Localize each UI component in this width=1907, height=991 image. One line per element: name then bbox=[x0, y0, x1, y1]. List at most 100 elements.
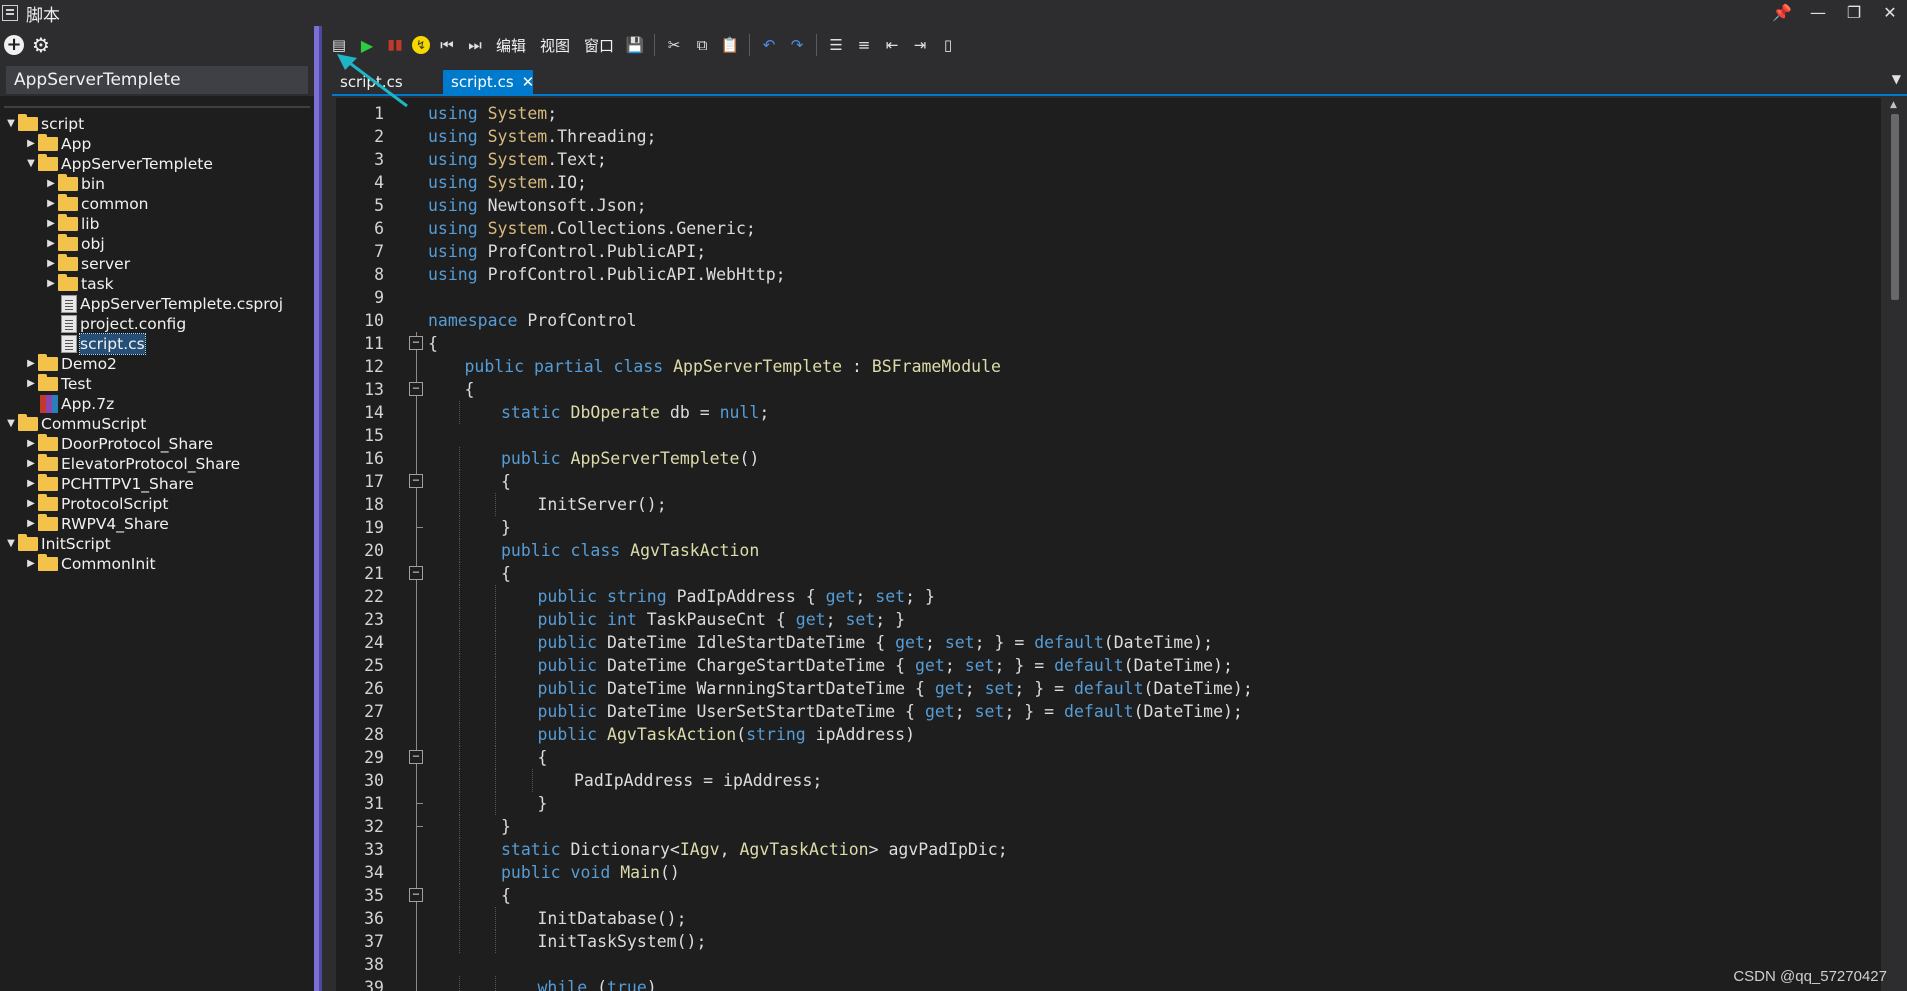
document-tabs: script.cs script.cs ✕ ▼ bbox=[332, 64, 1907, 96]
settings-icon[interactable]: ⚙ bbox=[30, 34, 52, 56]
project-name[interactable]: AppServerTemplete bbox=[6, 66, 308, 94]
tab-script-cs-active[interactable]: script.cs ✕ bbox=[443, 70, 535, 94]
redo-icon[interactable]: ↷ bbox=[786, 34, 808, 56]
keyword-token: using bbox=[428, 127, 478, 146]
outdent-icon[interactable]: ⇤ bbox=[881, 34, 903, 56]
code-line: 27 public DateTime UserSetStartDateTime {… bbox=[336, 700, 1881, 723]
tab-list-dropdown-icon[interactable]: ▼ bbox=[1892, 72, 1901, 86]
save-icon[interactable]: 💾 bbox=[624, 34, 646, 56]
menu-window[interactable]: 窗口 bbox=[580, 35, 618, 56]
collapse-arrow-icon[interactable]: ▶ bbox=[24, 454, 38, 474]
tree-item[interactable]: App.7z bbox=[4, 394, 310, 414]
comment-icon[interactable]: ≡ bbox=[853, 34, 875, 56]
tree-item[interactable]: ▶ Demo2 bbox=[4, 354, 310, 374]
indent-guide bbox=[495, 723, 496, 746]
type-token: AgvTaskAction bbox=[630, 541, 760, 560]
expand-arrow-icon[interactable]: ▼ bbox=[24, 154, 38, 174]
copy-icon[interactable]: ⧉ bbox=[691, 34, 713, 56]
indent-icon[interactable]: ⇥ bbox=[909, 34, 931, 56]
scrollbar-thumb[interactable] bbox=[1891, 114, 1899, 300]
expand-arrow-icon[interactable]: ▼ bbox=[4, 534, 18, 554]
tree-item[interactable]: ▶ PCHTTPV1_Share bbox=[4, 474, 310, 494]
indent-guide bbox=[458, 769, 460, 792]
expand-arrow-icon[interactable]: ▼ bbox=[4, 114, 18, 134]
tree-item[interactable]: ▼ CommuScript bbox=[4, 414, 310, 434]
tree-item[interactable]: ▶ common bbox=[4, 194, 310, 214]
collapse-arrow-icon[interactable]: ▶ bbox=[24, 474, 38, 494]
code-token: DateTime UserSetStartDateTime { bbox=[597, 702, 925, 721]
collapse-arrow-icon[interactable]: ▶ bbox=[24, 134, 38, 154]
close-tab-icon[interactable]: ✕ bbox=[522, 73, 535, 91]
last-icon[interactable]: ⏭ bbox=[464, 34, 486, 56]
format-icon[interactable]: ☰ bbox=[825, 34, 847, 56]
vertical-scrollbar[interactable]: ▲ bbox=[1885, 98, 1903, 991]
code-text: public AppServerTemplete() bbox=[501, 447, 759, 470]
collapse-arrow-icon[interactable]: ▶ bbox=[44, 174, 58, 194]
collapse-region-icon[interactable]: − bbox=[409, 336, 423, 350]
tree-item[interactable]: ▶ ElevatorProtocol_Share bbox=[4, 454, 310, 474]
collapse-arrow-icon[interactable]: ▶ bbox=[24, 514, 38, 534]
code-token: ( bbox=[736, 725, 747, 744]
tree-item[interactable]: ▼ script bbox=[4, 114, 310, 134]
tree-item[interactable]: ▶ obj bbox=[4, 234, 310, 254]
code-token: ProfControl bbox=[517, 311, 637, 330]
undo-icon[interactable]: ↶ bbox=[758, 34, 780, 56]
collapse-arrow-icon[interactable]: ▶ bbox=[24, 374, 38, 394]
collapse-arrow-icon[interactable]: ▶ bbox=[24, 554, 38, 574]
collapse-arrow-icon[interactable]: ▶ bbox=[44, 254, 58, 274]
keyword-token: using bbox=[428, 265, 478, 284]
tree-item[interactable]: ▶ bin bbox=[4, 174, 310, 194]
tree-item[interactable]: ▶ ProtocolScript bbox=[4, 494, 310, 514]
close-icon[interactable]: ✕ bbox=[1879, 3, 1901, 23]
code-token: ProfControl.PublicAPI; bbox=[477, 242, 707, 261]
minimize-icon[interactable]: — bbox=[1807, 3, 1829, 23]
collapse-arrow-icon[interactable]: ▶ bbox=[44, 274, 58, 294]
code-token: { bbox=[537, 748, 548, 767]
menu-view[interactable]: 视图 bbox=[536, 35, 574, 56]
first-icon[interactable]: ⏮ bbox=[436, 34, 458, 56]
file-icon bbox=[61, 315, 77, 333]
collapse-arrow-icon[interactable]: ▶ bbox=[24, 354, 38, 374]
collapse-arrow-icon[interactable]: ▶ bbox=[44, 194, 58, 214]
code-line: 12 public partial class AppServerTemplete… bbox=[336, 355, 1881, 378]
collapse-region-icon[interactable]: − bbox=[409, 474, 423, 488]
collapse-arrow-icon[interactable]: ▶ bbox=[44, 214, 58, 234]
collapse-region-icon[interactable]: − bbox=[409, 382, 423, 396]
tree-item[interactable]: ▶ RWPV4_Share bbox=[4, 514, 310, 534]
tree-item[interactable]: AppServerTemplete.csproj bbox=[4, 294, 310, 314]
document-icon[interactable]: ▯ bbox=[937, 34, 959, 56]
paste-icon[interactable]: 📋 bbox=[719, 34, 741, 56]
folder-icon bbox=[58, 174, 78, 191]
scroll-up-icon[interactable]: ▲ bbox=[1890, 100, 1897, 110]
code-token: .Text; bbox=[547, 150, 607, 169]
project-selector[interactable]: AppServerTemplete bbox=[0, 64, 314, 96]
collapse-region-icon[interactable]: − bbox=[409, 888, 423, 902]
collapse-arrow-icon[interactable]: ▶ bbox=[24, 434, 38, 454]
menu-edit[interactable]: 编辑 bbox=[492, 35, 530, 56]
panel-splitter[interactable] bbox=[314, 26, 322, 991]
tree-item[interactable]: ▶ DoorProtocol_Share bbox=[4, 434, 310, 454]
collapse-region-icon[interactable]: − bbox=[409, 750, 423, 764]
collapse-arrow-icon[interactable]: ▶ bbox=[24, 494, 38, 514]
tree-item[interactable]: ▶ task bbox=[4, 274, 310, 294]
code-editor[interactable]: 1 using System; 2 using System.Threading; 3 u… bbox=[336, 98, 1881, 991]
collapse-arrow-icon[interactable]: ▶ bbox=[44, 234, 58, 254]
cut-icon[interactable]: ✂ bbox=[663, 34, 685, 56]
tree-item[interactable]: ▶ Test bbox=[4, 374, 310, 394]
line-number: 38 bbox=[364, 955, 384, 974]
tree-item[interactable]: ▶ CommonInit bbox=[4, 554, 310, 574]
tree-item[interactable]: ▶ App bbox=[4, 134, 310, 154]
collapse-region-icon[interactable]: − bbox=[409, 566, 423, 580]
code-line: 21 − { bbox=[336, 562, 1881, 585]
tree-item[interactable]: ▶ lib bbox=[4, 214, 310, 234]
tree-item[interactable]: ▼ AppServerTemplete bbox=[4, 154, 310, 174]
tree-item[interactable]: ▼ InitScript bbox=[4, 534, 310, 554]
tree-item[interactable]: ▶ server bbox=[4, 254, 310, 274]
expand-arrow-icon[interactable]: ▼ bbox=[4, 414, 18, 434]
pin-icon[interactable]: 📌 bbox=[1771, 3, 1793, 23]
add-icon[interactable]: + bbox=[4, 35, 24, 55]
restore-icon[interactable]: ❐ bbox=[1843, 3, 1865, 23]
code-token: DateTime IdleStartDateTime { bbox=[597, 633, 896, 652]
tree-item[interactable]: project.config bbox=[4, 314, 310, 334]
tree-item[interactable]: script.cs bbox=[4, 333, 310, 355]
